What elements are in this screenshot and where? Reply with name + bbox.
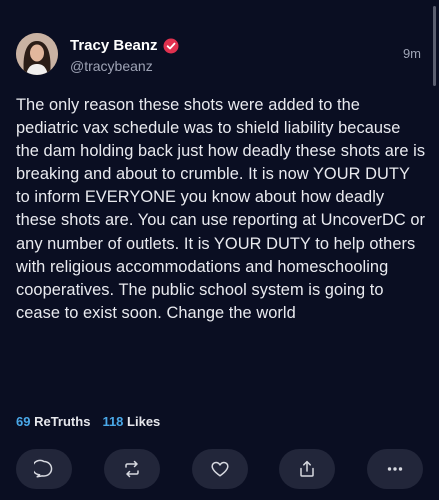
retruths-count: 69 <box>16 414 31 429</box>
display-name[interactable]: Tracy Beanz <box>70 37 179 54</box>
action-bar <box>16 449 423 489</box>
share-icon <box>300 460 314 477</box>
likes-stat[interactable]: 118 Likes <box>102 414 160 429</box>
avatar-image <box>16 33 58 75</box>
share-button[interactable] <box>279 449 336 489</box>
display-name-text[interactable]: Tracy Beanz <box>70 37 158 54</box>
scrollbar[interactable] <box>433 6 436 86</box>
retruth-icon <box>125 460 139 478</box>
post-card: Tracy Beanz @tracybeanz 9m The only reas… <box>0 0 439 500</box>
avatar[interactable] <box>16 33 58 75</box>
retruth-button[interactable] <box>103 449 160 489</box>
post-body: The only reason these shots were added t… <box>16 96 426 322</box>
post-timestamp: 9m <box>402 46 421 61</box>
heart-icon <box>210 461 229 477</box>
retruths-label: ReTruths <box>34 414 91 429</box>
verified-badge-icon <box>163 38 179 54</box>
more-icon <box>387 467 403 471</box>
retruths-stat[interactable]: 69 ReTruths <box>16 414 90 429</box>
user-handle[interactable]: @tracybeanz <box>70 58 153 74</box>
comment-icon <box>34 459 53 478</box>
more-options-button[interactable] <box>367 449 423 489</box>
likes-label: Likes <box>127 414 161 429</box>
post-stats: 69 ReTruths 118 Likes <box>16 414 160 429</box>
like-button[interactable] <box>191 449 248 489</box>
likes-count: 118 <box>102 414 124 429</box>
comment-button[interactable] <box>16 449 72 489</box>
